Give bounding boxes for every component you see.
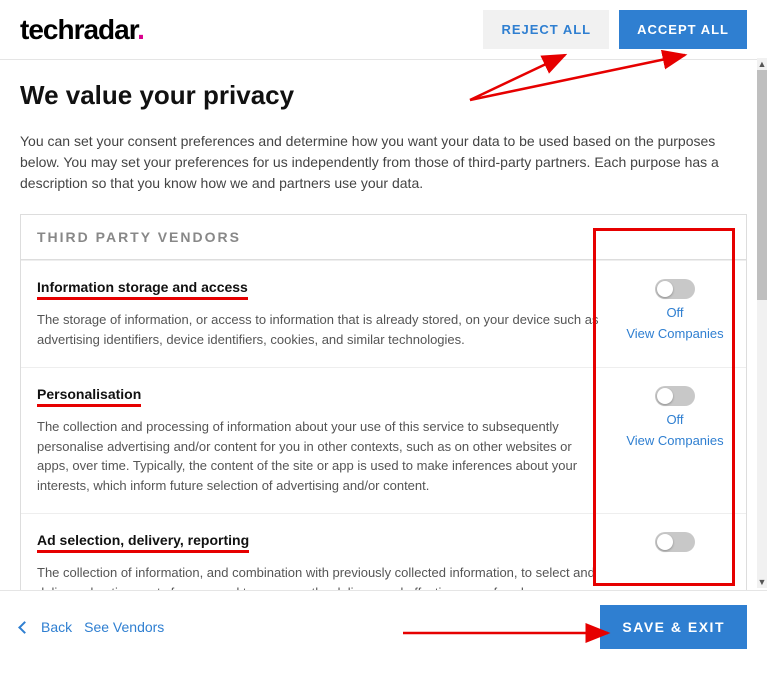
category-title: Information storage and access (37, 279, 248, 300)
category-title: Personalisation (37, 386, 141, 407)
toggle-knob (657, 281, 673, 297)
intro-text: You can set your consent preferences and… (20, 131, 747, 194)
category-personalisation: Personalisation The collection and proce… (21, 367, 746, 513)
category-main: Personalisation The collection and proce… (37, 386, 600, 495)
toggle-knob (657, 388, 673, 404)
category-desc: The storage of information, or access to… (37, 310, 600, 349)
header-buttons: REJECT ALL ACCEPT ALL (483, 10, 747, 49)
logo-text: techradar (20, 14, 137, 45)
category-controls: Off View Companies (620, 279, 730, 349)
back-link[interactable]: Back (41, 619, 72, 635)
category-controls (620, 532, 730, 590)
toggle-info-storage[interactable] (655, 279, 695, 299)
category-desc: The collection and processing of informa… (37, 417, 600, 495)
logo-dot: . (137, 14, 144, 45)
category-ad-selection: Ad selection, delivery, reporting The co… (21, 513, 746, 590)
panel-header: THIRD PARTY VENDORS (21, 215, 746, 260)
toggle-state: Off (666, 305, 683, 320)
chevron-left-icon (18, 621, 31, 634)
view-companies-link[interactable]: View Companies (626, 326, 723, 341)
header: techradar. REJECT ALL ACCEPT ALL (0, 0, 767, 60)
accept-all-button[interactable]: ACCEPT ALL (619, 10, 747, 49)
brand-logo: techradar. (20, 14, 144, 46)
toggle-knob (657, 534, 673, 550)
footer-left: Back See Vendors (20, 619, 164, 635)
toggle-ad-selection[interactable] (655, 532, 695, 552)
toggle-personalisation[interactable] (655, 386, 695, 406)
footer: Back See Vendors SAVE & EXIT (0, 590, 767, 663)
toggle-state: Off (666, 412, 683, 427)
category-info-storage: Information storage and access The stora… (21, 260, 746, 367)
category-title: Ad selection, delivery, reporting (37, 532, 249, 553)
category-main: Ad selection, delivery, reporting The co… (37, 532, 600, 590)
content-area: We value your privacy You can set your c… (0, 60, 767, 590)
category-controls: Off View Companies (620, 386, 730, 495)
view-companies-link[interactable]: View Companies (626, 433, 723, 448)
save-exit-button[interactable]: SAVE & EXIT (600, 605, 747, 649)
see-vendors-link[interactable]: See Vendors (84, 619, 164, 635)
category-desc: The collection of information, and combi… (37, 563, 600, 590)
page-title: We value your privacy (20, 80, 747, 111)
category-main: Information storage and access The stora… (37, 279, 600, 349)
reject-all-button[interactable]: REJECT ALL (483, 10, 609, 49)
vendors-panel: THIRD PARTY VENDORS Information storage … (20, 214, 747, 590)
